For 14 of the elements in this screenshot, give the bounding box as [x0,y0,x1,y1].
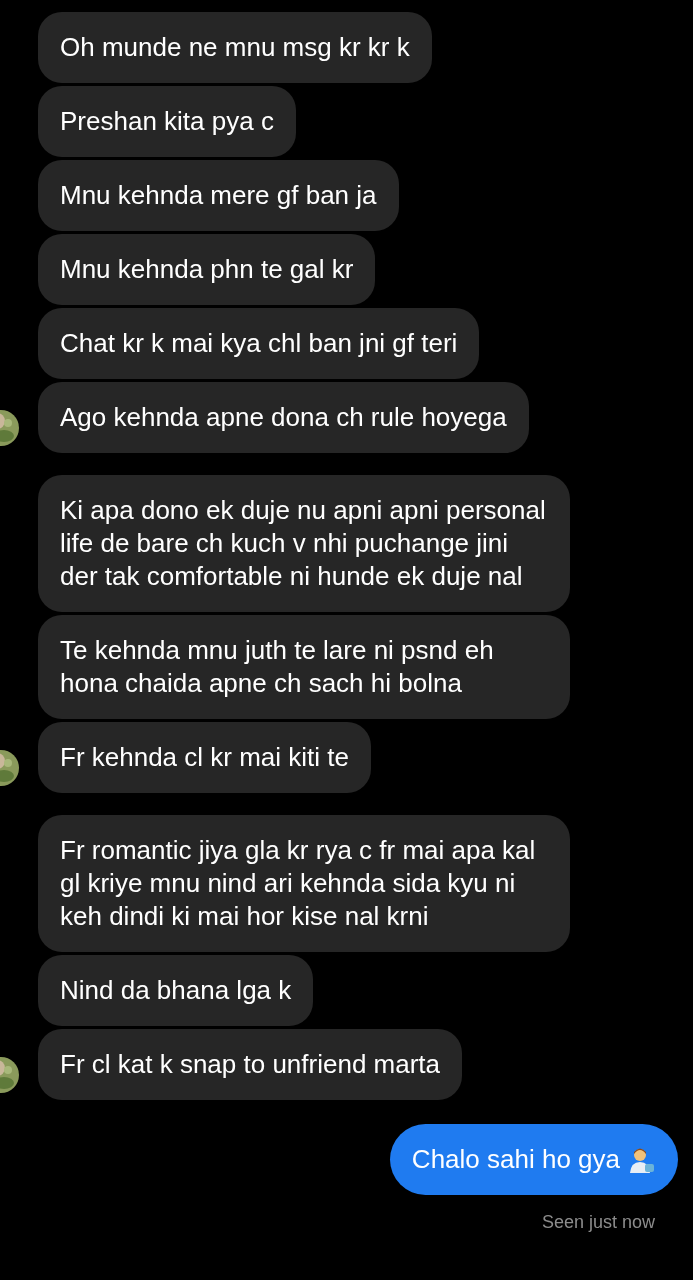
message-bubble: Oh munde ne mnu msg kr kr k [38,12,432,83]
message-bubble: Mnu kehnda phn te gal kr [38,234,376,305]
message-text: Chalo sahi ho gya [411,1143,620,1176]
seen-receipt: Seen just now [541,1211,655,1234]
message-bubble: Ki apa dono ek duje nu apni apni personal life de bare ch kuch v nhi puchange jini der tak comfortable ni hunde ek duje nal [38,475,570,612]
message-bubble: Mnu kehnda mere gf ban ja [38,160,399,231]
message-bubble: Ago kehnda apne dona ch rule hoyega [38,382,529,453]
message-bubble: Preshan kita pya c [38,86,296,157]
message-bubble: Chat kr k mai kya chl ban jni gf teri [38,308,480,379]
message-bubble: Fr cl kat k snap to unfriend marta [38,1029,463,1100]
message-bubble: Nind da bhana lga k [38,955,314,1026]
message-bubble: Fr romantic jiya gla kr rya c fr mai apa kal gl kriye mnu nind ari kehnda sida kyu ni keh dindi ki mai hor kise nal krni [38,815,570,952]
message-bubble: Fr kehnda cl kr mai kiti te [38,722,371,793]
message-bubble: Te kehnda mnu juth te lare ni psnd eh hona chaida apne ch sach hi bolna [38,615,570,719]
